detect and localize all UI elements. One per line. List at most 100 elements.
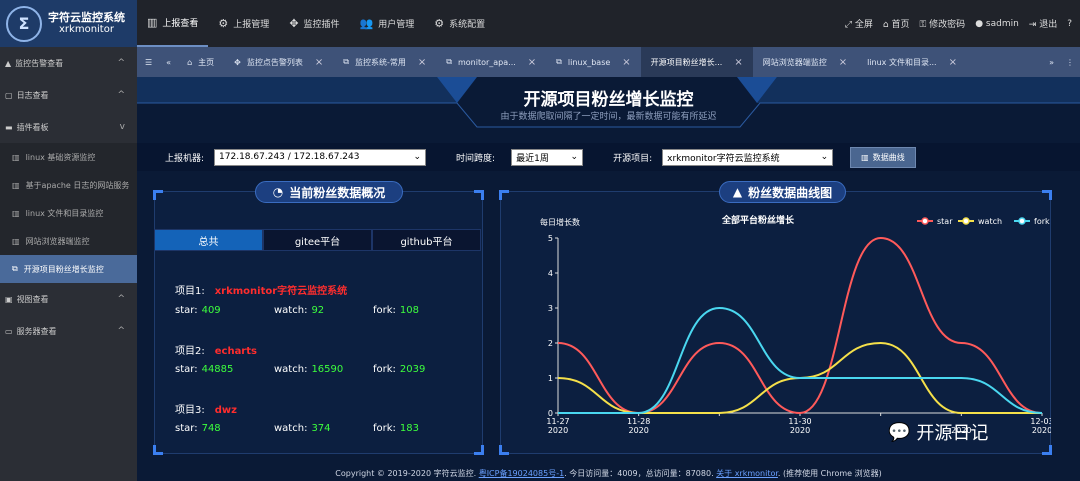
close-icon[interactable]: ×: [315, 57, 323, 68]
machine-label: 上报机器:: [165, 153, 205, 164]
chevron-down-icon: ⌄: [413, 152, 422, 162]
sidebar-subitem-linux-base[interactable]: ▥ linux 基础资源监控: [0, 143, 137, 171]
user-label: sadmin: [985, 18, 1019, 29]
chart-panel-title-label: 粉丝数据曲线图: [748, 185, 833, 200]
watch-value: 92: [311, 305, 325, 316]
project-3-title: 项目3: dwz: [175, 401, 237, 416]
watermark-label: 开源日记: [916, 423, 989, 444]
data-curve-button-label: 数据曲线: [872, 152, 905, 162]
tab-home[interactable]: ⌂ 主页: [177, 47, 224, 77]
help-icon[interactable]: ?: [1067, 19, 1072, 29]
fans-growth-chart: 01234511-27202011-28202011-302020 202012-…: [540, 214, 1051, 435]
tab-opensource-fans[interactable]: 开源项目粉丝增长... ×: [640, 47, 753, 77]
topnav-report-view[interactable]: ▥ 上报查看: [137, 0, 209, 47]
watch-key: watch:: [274, 364, 308, 375]
menu-toggle-icon[interactable]: ☰: [137, 47, 160, 77]
close-icon[interactable]: ×: [839, 57, 847, 68]
tab-gitee[interactable]: gitee平台: [263, 229, 372, 251]
fullscreen-button[interactable]: ⤢ 全屏: [845, 17, 873, 30]
star-key: star:: [175, 423, 198, 434]
project-select-value: xrkmonitor字符云监控系统: [667, 153, 780, 164]
chevron-down-icon: ⌄: [570, 152, 579, 162]
x-tick-label: 2020: [790, 426, 810, 435]
tab-scroll-left-icon[interactable]: «: [160, 47, 177, 77]
project-1-stats: star: 409 watch: 92 fork: 108: [175, 305, 419, 316]
x-tick-label: 2020: [1032, 426, 1051, 435]
logo-icon: Σ: [6, 5, 42, 42]
sidebar-item-views[interactable]: ▣ 视图查看 ^: [0, 283, 137, 315]
tab-linux-base[interactable]: ⧉ linux_base ×: [546, 47, 641, 77]
sidebar-subitem-label: linux 文件和目录监控: [25, 208, 104, 218]
logout-button[interactable]: ⇥ 退出: [1029, 17, 1057, 30]
star-value: 44885: [201, 364, 234, 375]
star-key: star:: [175, 364, 198, 375]
tab-monitor-apache[interactable]: ⧉ monitor_apa... ×: [436, 47, 546, 77]
time-select-value: 最近1周: [516, 153, 549, 164]
move-icon: ✥: [234, 57, 241, 67]
bar-chart-icon: ▥: [12, 236, 20, 246]
time-select[interactable]: 最近1周 ⌄: [511, 148, 584, 166]
project-3-stats: star: 748 watch: 374 fork: 183: [175, 423, 419, 434]
tab-total[interactable]: 总共: [154, 229, 263, 251]
sidebar-item-label: 监控告警查看: [15, 58, 64, 68]
y-tick-label: 4: [548, 269, 553, 278]
footer-icp-link[interactable]: 粤ICP备19024085号-1: [479, 469, 564, 478]
home-label: 首页: [891, 20, 910, 30]
topnav-users[interactable]: 👥 用户管理: [350, 0, 425, 47]
time-label: 时间跨度:: [456, 153, 496, 164]
footer-browser-hint: . (推荐使用 Chrome 浏览器): [777, 469, 882, 478]
sidebar-item-plugin-board[interactable]: ▬ 插件看板 v: [0, 111, 137, 143]
tab-scroll-right-icon[interactable]: »: [1043, 47, 1060, 77]
tab-monitor-common[interactable]: ⧉ 监控系统-常用 ×: [333, 47, 436, 77]
topnav-plugins[interactable]: ✥ 监控插件: [279, 0, 349, 47]
close-icon[interactable]: ×: [528, 57, 536, 68]
project-select[interactable]: xrkmonitor字符云监控系统 ⌄: [662, 148, 834, 166]
app-logo[interactable]: Σ 字符云监控系统 xrkmonitor: [0, 0, 137, 47]
close-icon[interactable]: ×: [622, 57, 630, 68]
more-icon[interactable]: ⋮: [1060, 47, 1080, 77]
legend-label-watch: watch: [978, 217, 1002, 226]
close-icon[interactable]: ×: [949, 57, 957, 68]
tab-linux-file[interactable]: linux 文件和目录... ×: [857, 47, 967, 77]
sidebar-item-alarm[interactable]: ▲ 监控告警查看 ^: [0, 47, 137, 79]
y-tick-label: 1: [548, 374, 553, 383]
star-value: 748: [201, 423, 221, 434]
chart-panel-title: ▲ 粉丝数据曲线图: [719, 181, 846, 203]
home-button[interactable]: ⌂ 首页: [883, 17, 910, 30]
user-button[interactable]: ● sadmin: [975, 19, 1019, 29]
watch-key: watch:: [274, 423, 308, 434]
sidebar-subitem-opensource-fans[interactable]: ⧉ 开源项目粉丝增长监控: [0, 255, 137, 283]
sidebar-item-label: 视图查看: [16, 294, 49, 304]
tab-browser-monitor[interactable]: 网站浏览器端监控 ×: [753, 47, 857, 77]
sidebar-item-logs[interactable]: ▢ 日志查看 ^: [0, 79, 137, 111]
footer-about-link[interactable]: 关于 xrkmonitor: [716, 469, 778, 478]
sidebar-subitem-linux-file[interactable]: ▥ linux 文件和目录监控: [0, 199, 137, 227]
topnav-report-manage[interactable]: ⚙ 上报管理: [208, 0, 279, 47]
tab-alarm-list[interactable]: ✥ 监控点告警列表 ×: [224, 47, 333, 77]
password-label: 修改密码: [929, 20, 966, 30]
project-label: 项目3:: [175, 405, 205, 416]
close-icon[interactable]: ×: [418, 57, 426, 68]
sidebar-subitem-label: 开源项目粉丝增长监控: [23, 264, 104, 274]
page-subtitle: 由于数据爬取间隔了一定时间，最新数据可能有所延迟: [500, 112, 717, 122]
footer: Copyright © 2019-2020 字符云监控. 粤ICP备190240…: [137, 467, 1080, 481]
tab-label: 主页: [198, 57, 215, 67]
move-icon: ✥: [289, 17, 299, 30]
sidebar-item-servers[interactable]: ▭ 服务器查看 ^: [0, 315, 137, 347]
change-password-button[interactable]: ⚿ 修改密码: [919, 17, 965, 30]
app-name: 字符云监控系统: [48, 11, 125, 24]
machine-select[interactable]: 172.18.67.243 / 172.18.67.243 ⌄: [214, 148, 427, 166]
x-tick-label: 12-03: [1030, 417, 1051, 426]
legend-label-star: star: [937, 217, 953, 226]
data-curve-button[interactable]: ▥ 数据曲线: [850, 146, 916, 168]
chevron-down-icon: ⌄: [820, 152, 829, 162]
close-icon[interactable]: ×: [734, 57, 742, 68]
topnav-label: 系统配置: [449, 20, 486, 30]
sidebar-subitem-apache[interactable]: ▥ 基于apache 日志的网站服务: [0, 171, 137, 199]
tab-bar: ☰ « ⌂ 主页 ✥ 监控点告警列表 × ⧉ 监控系统-常用 × ⧉ monitor_apa…: [137, 47, 1080, 77]
sidebar-subitem-browser[interactable]: ▥ 网站浏览器端监控: [0, 227, 137, 255]
tab-github[interactable]: github平台: [372, 229, 481, 251]
topnav-system-config[interactable]: ⚙ 系统配置: [424, 0, 495, 47]
topnav-label: 上报查看: [162, 19, 199, 29]
y-tick-label: 5: [548, 234, 553, 243]
